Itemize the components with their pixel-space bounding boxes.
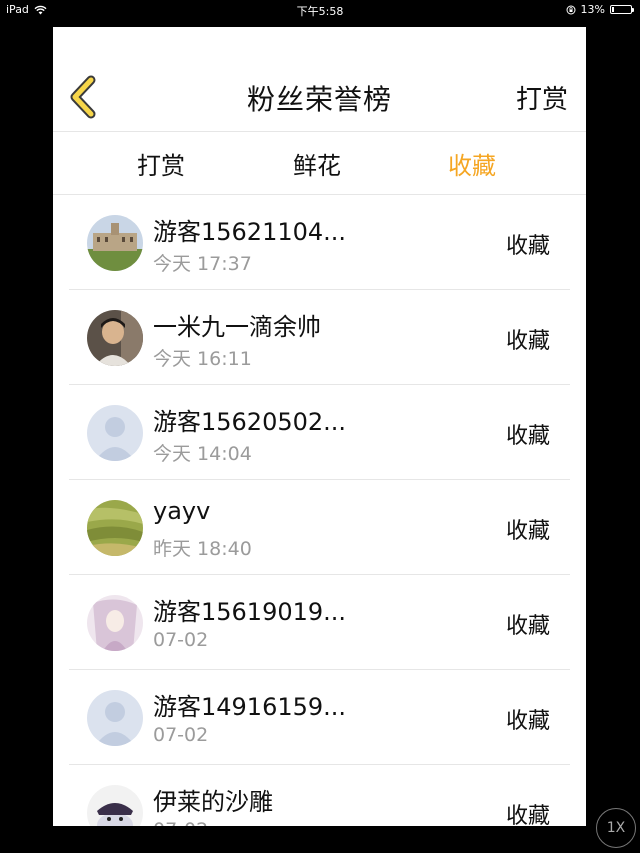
avatar: [87, 500, 143, 556]
tab-flowers[interactable]: 鲜花: [293, 146, 341, 181]
status-bar: iPad 下午5:58 13%: [0, 0, 640, 20]
user-name: yayv: [153, 497, 211, 525]
avatar: [87, 595, 143, 651]
favorite-label: 收藏: [505, 614, 550, 639]
tab-favorites[interactable]: 收藏: [448, 146, 496, 181]
avatar: [87, 785, 143, 826]
timestamp: 昨天 18:40: [153, 538, 252, 560]
app-window: 粉丝荣誉榜 打赏 打赏 鲜花 收藏 游客15621104... 今天 17:37…: [53, 27, 586, 826]
battery-percent: 13%: [580, 3, 605, 16]
user-name: 伊莱的沙雕: [153, 788, 273, 816]
avatar: [87, 310, 143, 366]
timestamp: 07-02: [153, 819, 208, 826]
tab-bar: 打赏 鲜花 收藏: [53, 132, 586, 195]
default-avatar-icon: [87, 690, 143, 746]
favorite-label: 收藏: [505, 329, 550, 354]
list-item[interactable]: 游客14916159... 07-02 收藏: [69, 670, 570, 765]
default-avatar-icon: [87, 405, 143, 461]
user-name: 一米九一滴余帅: [153, 313, 321, 341]
list-item[interactable]: 游客15619019... 07-02 收藏: [69, 575, 570, 670]
fan-list: 游客15621104... 今天 17:37 收藏 一米九一滴余帅 今天 16:…: [69, 195, 570, 826]
favorite-label: 收藏: [505, 519, 550, 544]
user-name: 游客14916159...: [153, 693, 347, 721]
user-name: 游客15619019...: [153, 598, 347, 626]
page-title: 粉丝荣誉榜: [246, 83, 392, 116]
favorite-label: 收藏: [505, 804, 550, 826]
user-name: 游客15620502...: [153, 408, 347, 436]
list-item[interactable]: yayv 昨天 18:40 收藏: [69, 480, 570, 575]
avatar: [87, 215, 143, 271]
tab-reward[interactable]: 打赏: [137, 146, 185, 181]
favorite-label: 收藏: [505, 234, 550, 259]
battery-icon: [610, 5, 634, 14]
timestamp: 今天 14:04: [153, 443, 252, 465]
favorite-label: 收藏: [505, 709, 550, 734]
status-time: 下午5:58: [296, 5, 344, 18]
rotation-lock-icon: [566, 5, 576, 14]
navigation-bar: 粉丝荣誉榜 打赏: [53, 27, 586, 132]
list-item[interactable]: 游客15620502... 今天 14:04 收藏: [69, 385, 570, 480]
timestamp: 今天 17:37: [153, 253, 252, 275]
list-item[interactable]: 游客15621104... 今天 17:37 收藏: [69, 195, 570, 290]
reward-button[interactable]: 打赏: [516, 79, 568, 116]
timestamp: 07-02: [153, 724, 209, 746]
zoom-1x-button[interactable]: 1X: [596, 808, 636, 848]
list-item[interactable]: 伊莱的沙雕 07-02 收藏: [69, 765, 570, 826]
user-name: 游客15621104...: [153, 218, 347, 246]
timestamp: 07-02: [153, 629, 209, 651]
favorite-label: 收藏: [505, 424, 550, 449]
timestamp: 今天 16:11: [153, 348, 252, 370]
list-item[interactable]: 一米九一滴余帅 今天 16:11 收藏: [69, 290, 570, 385]
